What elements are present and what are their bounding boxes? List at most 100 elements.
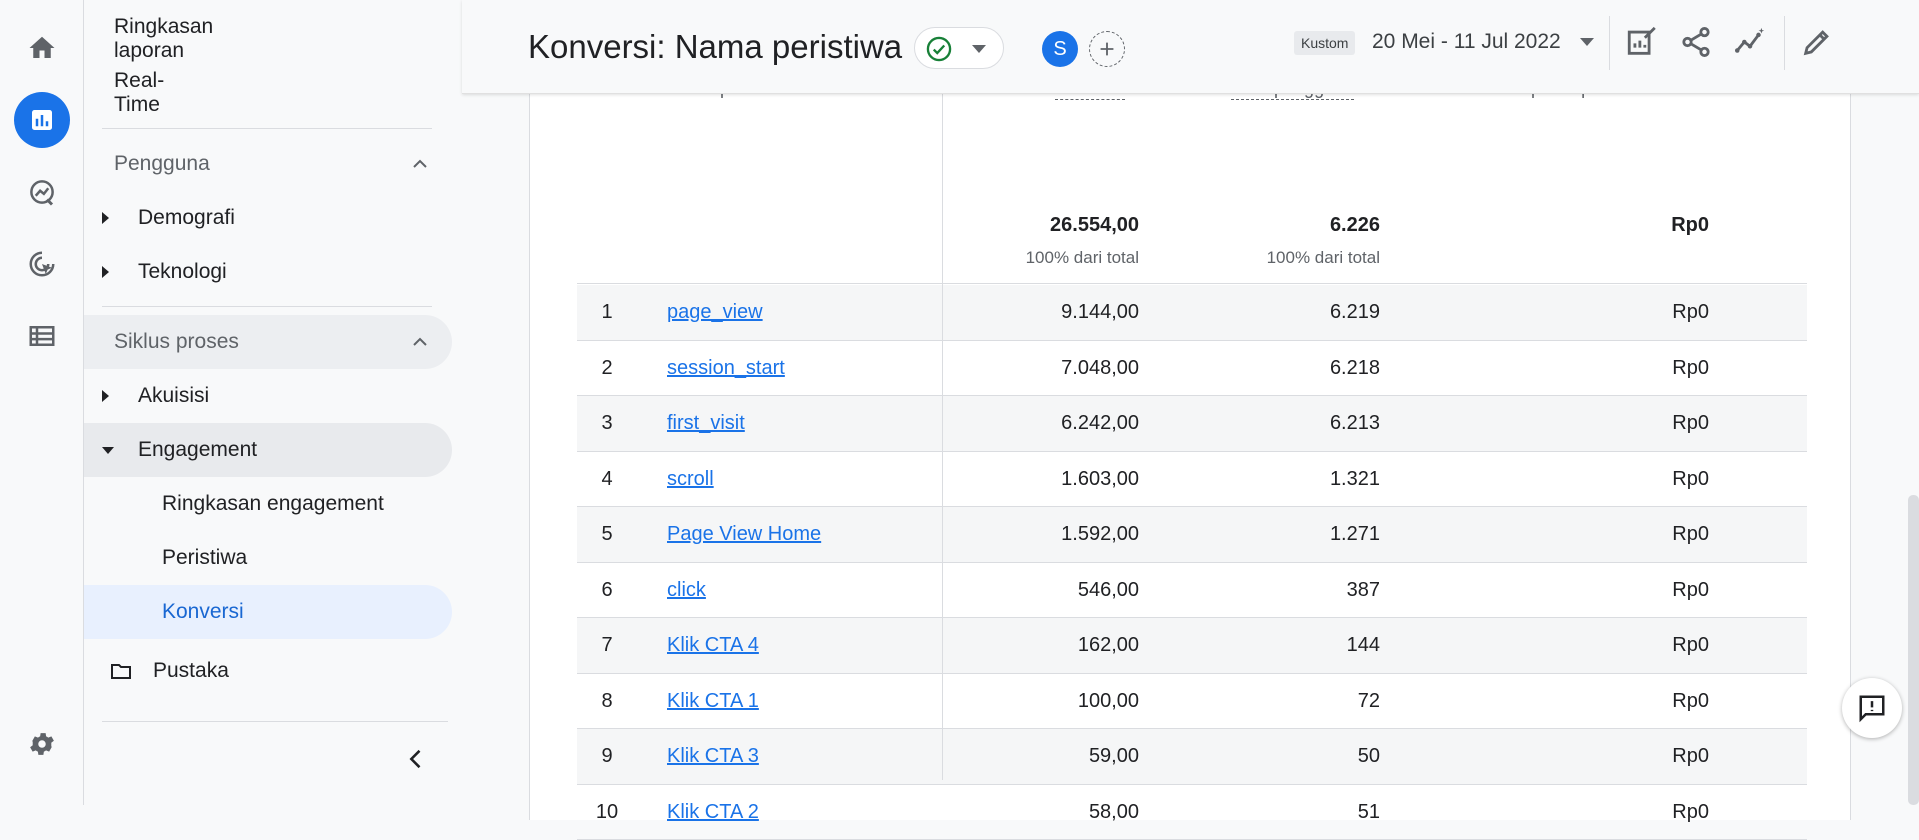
cell-users: 50 bbox=[1358, 745, 1380, 768]
cell-conversions: 9.144,00 bbox=[1061, 301, 1139, 324]
event-name-link[interactable]: Klik CTA 1 bbox=[667, 690, 759, 713]
nav-peristiwa[interactable]: Peristiwa bbox=[84, 531, 452, 585]
cell-revenue: Rp0 bbox=[1672, 801, 1709, 824]
cell-revenue: Rp0 bbox=[1672, 745, 1709, 768]
row-number: 8 bbox=[577, 690, 637, 713]
chevron-down-icon[interactable] bbox=[1580, 38, 1594, 46]
section-pengguna[interactable]: Pengguna bbox=[84, 137, 452, 191]
cell-users: 387 bbox=[1347, 579, 1380, 602]
home-icon[interactable] bbox=[14, 20, 70, 76]
row-number: 5 bbox=[577, 523, 637, 546]
cell-users: 6.219 bbox=[1330, 301, 1380, 324]
chevron-down-icon bbox=[972, 45, 986, 53]
cell-revenue: Rp0 bbox=[1672, 301, 1709, 324]
feedback-button[interactable] bbox=[1842, 678, 1902, 738]
total-conversions: 26.554,00 bbox=[1050, 214, 1139, 237]
advertising-icon[interactable] bbox=[14, 236, 70, 292]
status-chip[interactable] bbox=[914, 27, 1004, 69]
table-row: 5 Page View Home 1.592,00 1.271 Rp0 bbox=[577, 507, 1807, 563]
event-name-link[interactable]: first_visit bbox=[667, 412, 745, 435]
table-row: 2session_start7.048,006.218Rp0 bbox=[577, 341, 1807, 397]
collapse-nav-icon[interactable] bbox=[402, 745, 430, 773]
cell-revenue: Rp0 bbox=[1672, 468, 1709, 491]
cell-conversions: 6.242,00 bbox=[1061, 412, 1139, 435]
cell-conversions: 59,00 bbox=[1089, 745, 1139, 768]
table-row: 8 Klik CTA 1 100,00 72 Rp0 bbox=[577, 674, 1807, 730]
folder-icon bbox=[108, 659, 134, 683]
row-number: 9 bbox=[577, 745, 637, 768]
row-number: 10 bbox=[577, 801, 637, 824]
cell-conversions: 546,00 bbox=[1078, 579, 1139, 602]
row-number: 7 bbox=[577, 634, 637, 657]
event-name-link[interactable]: Page View Home bbox=[667, 523, 821, 546]
edit-pencil-icon[interactable] bbox=[1800, 25, 1834, 59]
customize-report-icon[interactable] bbox=[1625, 25, 1659, 59]
divider bbox=[102, 128, 432, 129]
table-row: 3first_visit6.242,006.213Rp0 bbox=[577, 396, 1807, 452]
cell-revenue: Rp0 bbox=[1672, 690, 1709, 713]
cell-users: 144 bbox=[1347, 634, 1380, 657]
page-title: Konversi: Nama peristiwa bbox=[528, 28, 902, 66]
total-revenue: Rp0 bbox=[1671, 214, 1709, 237]
section-siklus-proses[interactable]: Siklus proses bbox=[84, 315, 452, 369]
total-conversions-share: 100% dari total bbox=[1026, 248, 1139, 268]
nav-teknologi[interactable]: Teknologi bbox=[84, 245, 452, 299]
add-comparison-button[interactable] bbox=[1089, 31, 1125, 67]
nav-akuisisi[interactable]: Akuisisi bbox=[84, 369, 452, 423]
insights-icon[interactable] bbox=[1733, 25, 1767, 59]
nav-pustaka[interactable]: Pustaka bbox=[84, 644, 452, 698]
nav-ringkasan-engagement[interactable]: Ringkasan engagement bbox=[84, 477, 452, 531]
reports-icon[interactable] bbox=[14, 92, 70, 148]
row-number: 4 bbox=[577, 468, 637, 491]
expand-arrow-icon bbox=[102, 212, 109, 224]
divider bbox=[102, 306, 432, 307]
table-row: 9 Klik CTA 3 59,00 50 Rp0 bbox=[577, 729, 1807, 785]
event-name-link[interactable]: scroll bbox=[667, 468, 714, 491]
total-users: 6.226 bbox=[1330, 214, 1380, 237]
date-preset-badge: Kustom bbox=[1294, 31, 1355, 55]
cell-conversions: 162,00 bbox=[1078, 634, 1139, 657]
total-users-share: 100% dari total bbox=[1267, 248, 1380, 268]
cell-conversions: 100,00 bbox=[1078, 690, 1139, 713]
comparison-avatar[interactable]: S bbox=[1042, 31, 1078, 67]
table-row: 4scroll1.603,001.321Rp0 bbox=[577, 452, 1807, 508]
configure-icon[interactable] bbox=[14, 308, 70, 364]
feedback-icon bbox=[1857, 693, 1887, 723]
cell-conversions: 1.592,00 bbox=[1061, 523, 1139, 546]
event-name-link[interactable]: Klik CTA 3 bbox=[667, 745, 759, 768]
cell-users: 6.213 bbox=[1330, 412, 1380, 435]
settings-icon[interactable] bbox=[14, 716, 70, 772]
cell-users: 51 bbox=[1358, 801, 1380, 824]
explore-icon[interactable] bbox=[14, 164, 70, 220]
row-number: 1 bbox=[577, 301, 637, 324]
event-name-link[interactable]: session_start bbox=[667, 357, 785, 380]
cell-conversions: 58,00 bbox=[1089, 801, 1139, 824]
cell-revenue: Rp0 bbox=[1672, 523, 1709, 546]
expand-arrow-icon bbox=[102, 266, 109, 278]
report-header: Konversi: Nama peristiwa S Kustom 20 Mei… bbox=[462, 0, 1919, 94]
cell-users: 1.271 bbox=[1330, 523, 1380, 546]
event-name-link[interactable]: Klik CTA 4 bbox=[667, 634, 759, 657]
totals-row: 26.554,00 100% dari total 6.226 100% dar… bbox=[577, 150, 1807, 284]
chevron-up-icon bbox=[408, 330, 432, 354]
cell-users: 1.321 bbox=[1330, 468, 1380, 491]
cell-users: 72 bbox=[1358, 690, 1380, 713]
cell-revenue: Rp0 bbox=[1672, 634, 1709, 657]
cell-conversions: 7.048,00 bbox=[1061, 357, 1139, 380]
row-number: 6 bbox=[577, 579, 637, 602]
cell-revenue: Rp0 bbox=[1672, 412, 1709, 435]
event-name-link[interactable]: Klik CTA 2 bbox=[667, 801, 759, 824]
divider bbox=[1784, 16, 1785, 70]
page-scrollbar[interactable] bbox=[1908, 495, 1919, 805]
icon-rail bbox=[0, 0, 84, 805]
cell-users: 6.218 bbox=[1330, 357, 1380, 380]
event-name-link[interactable]: page_view bbox=[667, 301, 763, 324]
chevron-up-icon bbox=[408, 152, 432, 176]
event-name-link[interactable]: click bbox=[667, 579, 706, 602]
nav-engagement[interactable]: Engagement bbox=[84, 423, 452, 477]
share-icon[interactable] bbox=[1679, 25, 1713, 59]
row-number: 2 bbox=[577, 357, 637, 380]
nav-demografi[interactable]: Demografi bbox=[84, 191, 452, 245]
date-range-picker[interactable]: 20 Mei - 11 Jul 2022 bbox=[1372, 30, 1561, 54]
nav-konversi[interactable]: Konversi bbox=[84, 585, 452, 639]
